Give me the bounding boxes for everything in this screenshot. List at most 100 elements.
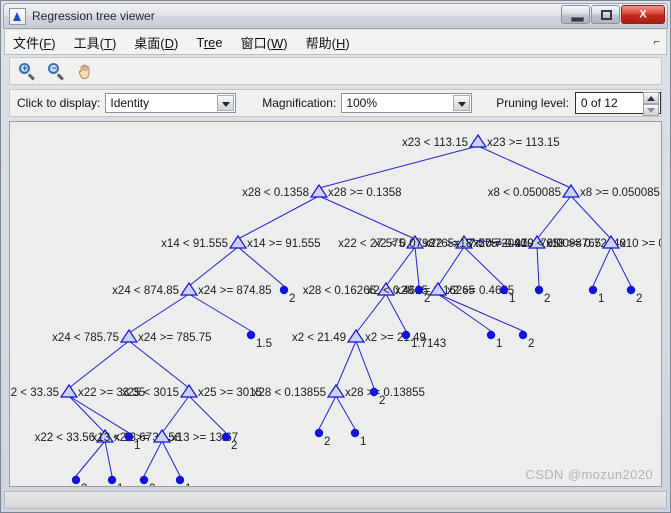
leaf-node-dot[interactable] [314,428,324,438]
tree-edge [385,293,407,332]
watermark-label: CSDN @mozun2020 [525,467,653,482]
pan-icon[interactable] [76,62,95,81]
pruning-level-stepper[interactable] [643,92,659,116]
tree-edge [318,145,479,189]
stepper-down-icon[interactable] [643,104,659,116]
leaf-node-value: 1.7143 [411,338,446,350]
leaf-node-dot[interactable] [71,475,81,485]
leaf-node-dot[interactable] [626,285,636,295]
menu-file-pre: 文件( [13,35,44,51]
split-right-label: x24 >= 785.75 [138,332,212,344]
tree-edge [75,440,106,477]
menu-item-window[interactable]: 窗口(W) [241,33,288,52]
split-node-triangle[interactable] [326,383,346,398]
split-left-label: x13 < 13.67 [92,432,152,444]
chevron-down-icon[interactable] [453,95,471,111]
leaf-node-dot[interactable] [414,285,424,295]
zoom-in-icon[interactable]: + [18,62,37,81]
split-right-label: x10 >= 0.0098765 [620,238,661,250]
tree-edge [237,246,285,287]
stepper-up-icon[interactable] [643,92,659,104]
split-left-label: x28 < 0.16265 [303,285,376,297]
leaf-node-value: 2 [324,436,330,448]
decision-tree-graphic[interactable]: x23 < 113.15 x23 >= 113.15 x28 < 0.1358 x28… [10,122,661,486]
close-button[interactable]: X [621,5,665,24]
zoom-out-icon[interactable]: − [47,62,66,81]
leaf-node-value: 1.5 [256,338,272,350]
leaf-node-dot[interactable] [175,475,185,485]
leaf-node-dot[interactable] [499,285,509,295]
display-dropdown[interactable]: Identity [105,93,237,113]
split-node-triangle[interactable] [179,281,199,296]
menu-bar: 文件(F) 工具(T) 桌面(D) Tree 窗口(W) 帮助(H) ⌐ [4,30,667,55]
leaf-node-dot[interactable] [279,285,289,295]
leaf-node-dot[interactable] [107,475,117,485]
chevron-down-icon[interactable] [217,95,235,111]
tree-edge [188,293,252,332]
split-left-label: x2 < 0.0798765 [374,238,454,250]
leaf-node-value: 2 [379,395,385,407]
tree-edge [188,246,239,287]
tree-edge [414,246,420,287]
split-node-triangle[interactable] [228,234,248,249]
split-left-label: x24 < 785.75 [52,332,119,344]
menu-window-key: W [270,35,284,51]
leaf-node-dot[interactable] [246,330,256,340]
menu-help-pre: 帮助( [305,35,336,51]
leaf-node-dot[interactable] [139,475,149,485]
tree-edge [104,440,113,477]
tree-edge [318,195,416,240]
magnification-dropdown-value: 100% [346,96,378,110]
menu-overflow-icon[interactable]: ⌐ [654,36,660,48]
split-node-triangle[interactable] [346,328,366,343]
menu-file-post: ) [51,35,56,51]
split-left-label: x22 < 33.56 [35,432,95,444]
split-node-triangle[interactable] [119,328,139,343]
leaf-node-value: 1 [134,440,140,452]
tree-edge [592,246,612,287]
leaf-node-dot[interactable] [401,330,411,340]
menu-item-file[interactable]: 文件(F) [13,33,56,52]
menu-item-help[interactable]: 帮助(H) [306,33,350,52]
split-node-triangle[interactable] [179,383,199,398]
magnification-dropdown[interactable]: 100% [341,93,473,113]
leaf-node-value: 2 [544,293,550,305]
split-node-triangle[interactable] [561,183,581,198]
leaf-node-dot[interactable] [369,387,379,397]
leaf-node-value: 1 [360,436,366,448]
menu-item-tree[interactable]: Tree [196,35,222,50]
tree-edge [437,293,492,332]
tree-canvas[interactable]: x23 < 113.15 x23 >= 113.15 x28 < 0.1358 x28… [9,121,662,487]
tree-edge [385,246,416,287]
split-left-label: x24 < 874.85 [112,285,179,297]
menu-item-tools[interactable]: 工具(T) [74,33,117,52]
window-controls: X [561,5,665,24]
leaf-node-dot[interactable] [534,285,544,295]
split-right-label: x28 >= 0.1358 [328,187,402,199]
tree-edge [477,145,572,189]
tree-edge [128,293,190,334]
leaf-node-dot[interactable] [588,285,598,295]
tree-edge [355,293,387,334]
click-to-display-label: Click to display: [17,96,101,110]
split-node-triangle[interactable] [59,383,79,398]
leaf-node-value: 2 [528,338,534,350]
leaf-node-dot[interactable] [486,330,496,340]
menu-desktop-post: ) [174,35,179,51]
split-left-label: x25 < 3015 [122,387,179,399]
tree-edge [610,246,632,287]
leaf-node-dot[interactable] [124,432,134,442]
split-right-label: x24 >= 874.85 [198,285,272,297]
maximize-button[interactable] [591,5,620,24]
leaf-node-dot[interactable] [518,330,528,340]
tree-edge [318,395,337,430]
split-left-label: x23 < 113.15 [402,137,468,149]
minimize-button[interactable] [561,5,590,24]
split-left-label: x28 < 0.13855 [253,387,326,399]
split-node-triangle[interactable] [468,133,488,148]
leaf-node-dot[interactable] [350,428,360,438]
matlab-icon [9,7,26,25]
leaf-node-dot[interactable] [221,432,231,442]
menu-item-desktop[interactable]: 桌面(D) [134,33,178,52]
menu-desktop-key: D [164,35,175,51]
